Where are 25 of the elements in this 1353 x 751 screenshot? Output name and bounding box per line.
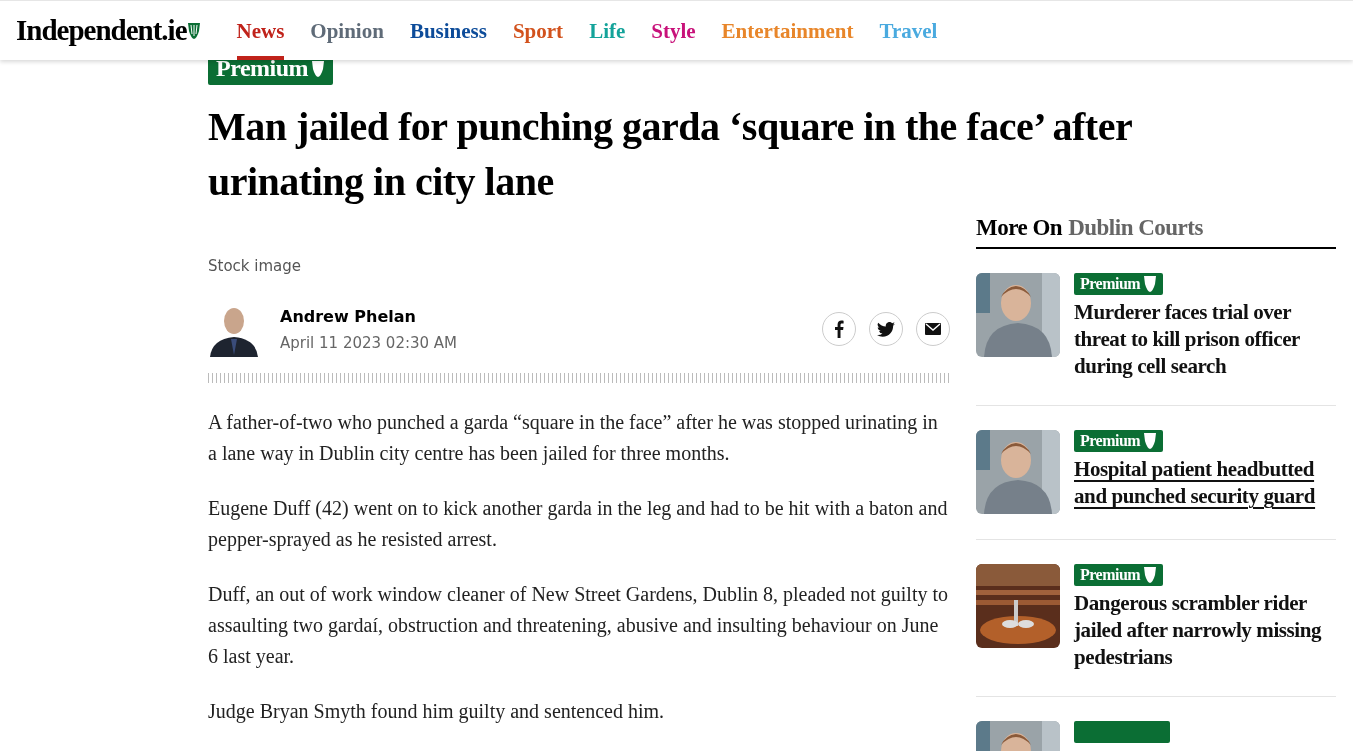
image-caption: Stock image <box>208 257 302 275</box>
nav-link[interactable]: Style <box>651 1 696 60</box>
article-paragraph: Eugene Duff (42) went on to kick another garda in the leg and had to be hit with a baton and pepper-sprayed as he resisted arrest. <box>208 496 949 553</box>
site-logo[interactable]: Independent.ie <box>16 14 201 47</box>
article-paragraph: Judge Bryan Smyth found him guilty and sentenced him. <box>208 699 666 725</box>
article-paragraph: Duff, an out of work window cleaner of New Street Gardens, Dublin 8, pleaded not guilty to assaulting two gardaí, obstruction and threatening, abusive and insulting behaviour on June 6 last year. <box>208 582 949 670</box>
story-link[interactable]: Hospital patient headbutted and punched security guard <box>1074 456 1336 510</box>
harp-icon <box>186 21 201 40</box>
nav-link[interactable]: Life <box>589 1 626 60</box>
nav-link[interactable]: Business <box>409 1 487 60</box>
premium-badge: Premium <box>1074 273 1164 295</box>
section-topic-link[interactable]: Dublin Courts <box>1068 215 1203 241</box>
harp-icon <box>1143 566 1158 584</box>
harp-icon <box>1143 432 1158 450</box>
story-link[interactable]: Dangerous scrambler rider jailed after narrowly missing pedestrians <box>1074 590 1336 671</box>
author-name[interactable]: Andrew Phelan <box>280 306 809 326</box>
premium-badge: Premium <box>1074 564 1164 586</box>
publish-date: April 11 2023 02:30 AM <box>280 333 459 352</box>
nav-link[interactable]: Sport <box>512 1 564 60</box>
premium-badge: Premium <box>1074 430 1164 452</box>
article-headline: Man jailed for punching garda ‘square in the face’ after urinating in city lane <box>208 103 1133 206</box>
article-paragraph: A father-of-two who punched a garda “square in the face” after he was stopped urinating in a lane way in Dublin city centre has been jailed for three months. <box>208 410 939 467</box>
section-title: More On <box>976 215 1063 241</box>
story-link[interactable]: Murderer faces trial over threat to kill prison officer during cell search <box>1074 299 1336 380</box>
harp-icon <box>1143 275 1158 293</box>
